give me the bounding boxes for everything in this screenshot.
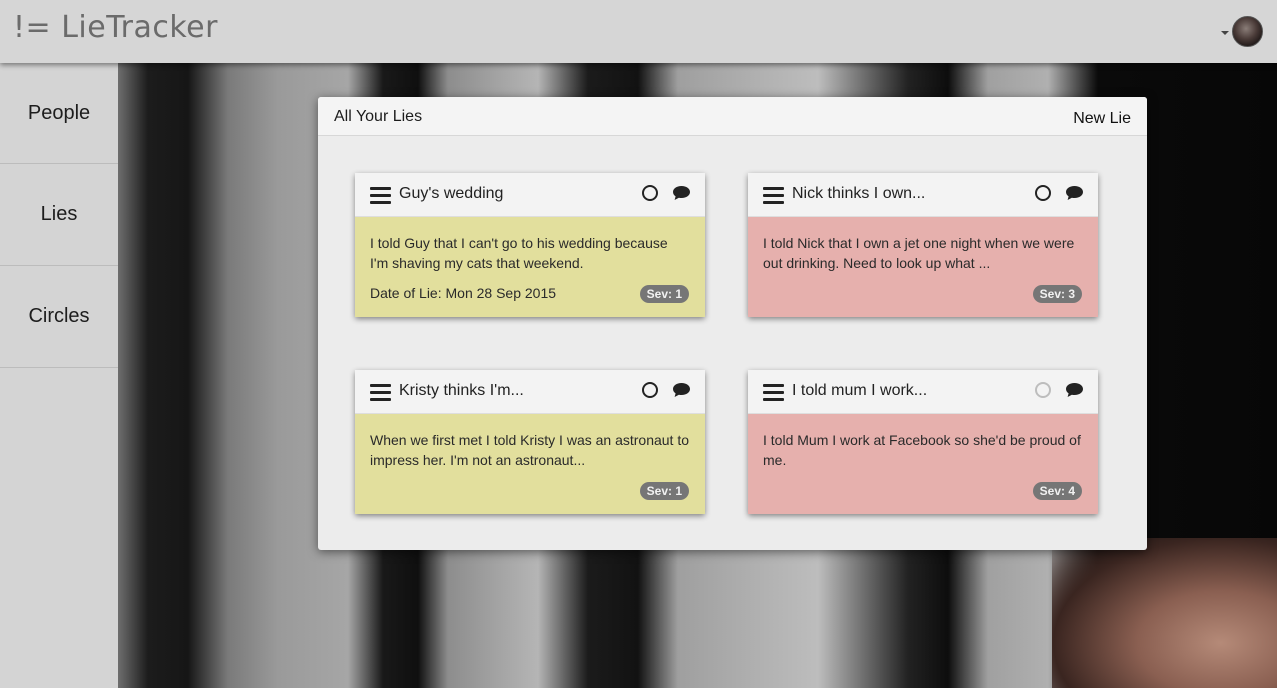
card-header: Guy's wedding	[355, 173, 705, 217]
hamburger-icon[interactable]	[763, 187, 784, 204]
background-face	[1052, 538, 1277, 688]
card-text: I told Guy that I can't go to his weddin…	[370, 235, 668, 271]
sidebar-item-people[interactable]: People	[0, 63, 118, 164]
card-header: Kristy thinks I'm...	[355, 370, 705, 414]
avatar[interactable]	[1232, 16, 1263, 47]
top-bar: != LieTracker	[0, 0, 1277, 63]
speech-bubble-icon[interactable]	[1065, 382, 1084, 398]
lie-card[interactable]: Guy's wedding I told Guy that I can't go…	[355, 173, 705, 317]
severity-badge: Sev: 1	[639, 482, 689, 500]
card-text: When we first met I told Kristy I was an…	[370, 432, 690, 468]
hamburger-icon[interactable]	[763, 384, 784, 401]
card-body: When we first met I told Kristy I was an…	[355, 414, 705, 514]
card-title[interactable]: Kristy thinks I'm...	[399, 382, 524, 400]
hamburger-icon[interactable]	[370, 384, 391, 401]
app-brand[interactable]: != LieTracker	[13, 10, 218, 45]
hamburger-icon[interactable]	[370, 187, 391, 204]
lies-panel: All Your Lies New Lie Guy's wedding I to…	[318, 97, 1147, 550]
lie-card[interactable]: Nick thinks I own... I told Nick that I …	[748, 173, 1098, 317]
card-text: I told Nick that I own a jet one night w…	[763, 235, 1075, 271]
panel-title: All Your Lies	[334, 108, 423, 125]
card-body: I told Guy that I can't go to his weddin…	[355, 217, 705, 317]
panel-header: All Your Lies New Lie	[318, 97, 1147, 136]
card-title[interactable]: Nick thinks I own...	[792, 185, 925, 203]
card-body: I told Nick that I own a jet one night w…	[748, 217, 1098, 317]
circle-icon[interactable]	[1035, 382, 1051, 398]
speech-bubble-icon[interactable]	[1065, 185, 1084, 201]
speech-bubble-icon[interactable]	[672, 382, 691, 398]
sidebar: People Lies Circles	[0, 63, 118, 688]
card-header: Nick thinks I own...	[748, 173, 1098, 217]
card-body: I told Mum I work at Facebook so she'd b…	[748, 414, 1098, 514]
caret-down-icon[interactable]	[1221, 30, 1229, 35]
severity-badge: Sev: 3	[1032, 285, 1082, 303]
circle-icon[interactable]	[642, 382, 658, 398]
speech-bubble-icon[interactable]	[672, 185, 691, 201]
circle-icon[interactable]	[642, 185, 658, 201]
card-header: I told mum I work...	[748, 370, 1098, 414]
sidebar-item-circles[interactable]: Circles	[0, 266, 118, 368]
lie-card[interactable]: I told mum I work... I told Mum I work a…	[748, 370, 1098, 514]
card-text: I told Mum I work at Facebook so she'd b…	[763, 432, 1081, 468]
lie-card[interactable]: Kristy thinks I'm... When we first met I…	[355, 370, 705, 514]
new-lie-button[interactable]: New Lie	[1073, 110, 1131, 128]
severity-badge: Sev: 4	[1032, 482, 1082, 500]
card-title[interactable]: I told mum I work...	[792, 382, 927, 400]
card-title[interactable]: Guy's wedding	[399, 185, 503, 203]
user-menu[interactable]	[1221, 16, 1263, 47]
severity-badge: Sev: 1	[639, 285, 689, 303]
circle-icon[interactable]	[1035, 185, 1051, 201]
sidebar-item-lies[interactable]: Lies	[0, 164, 118, 266]
